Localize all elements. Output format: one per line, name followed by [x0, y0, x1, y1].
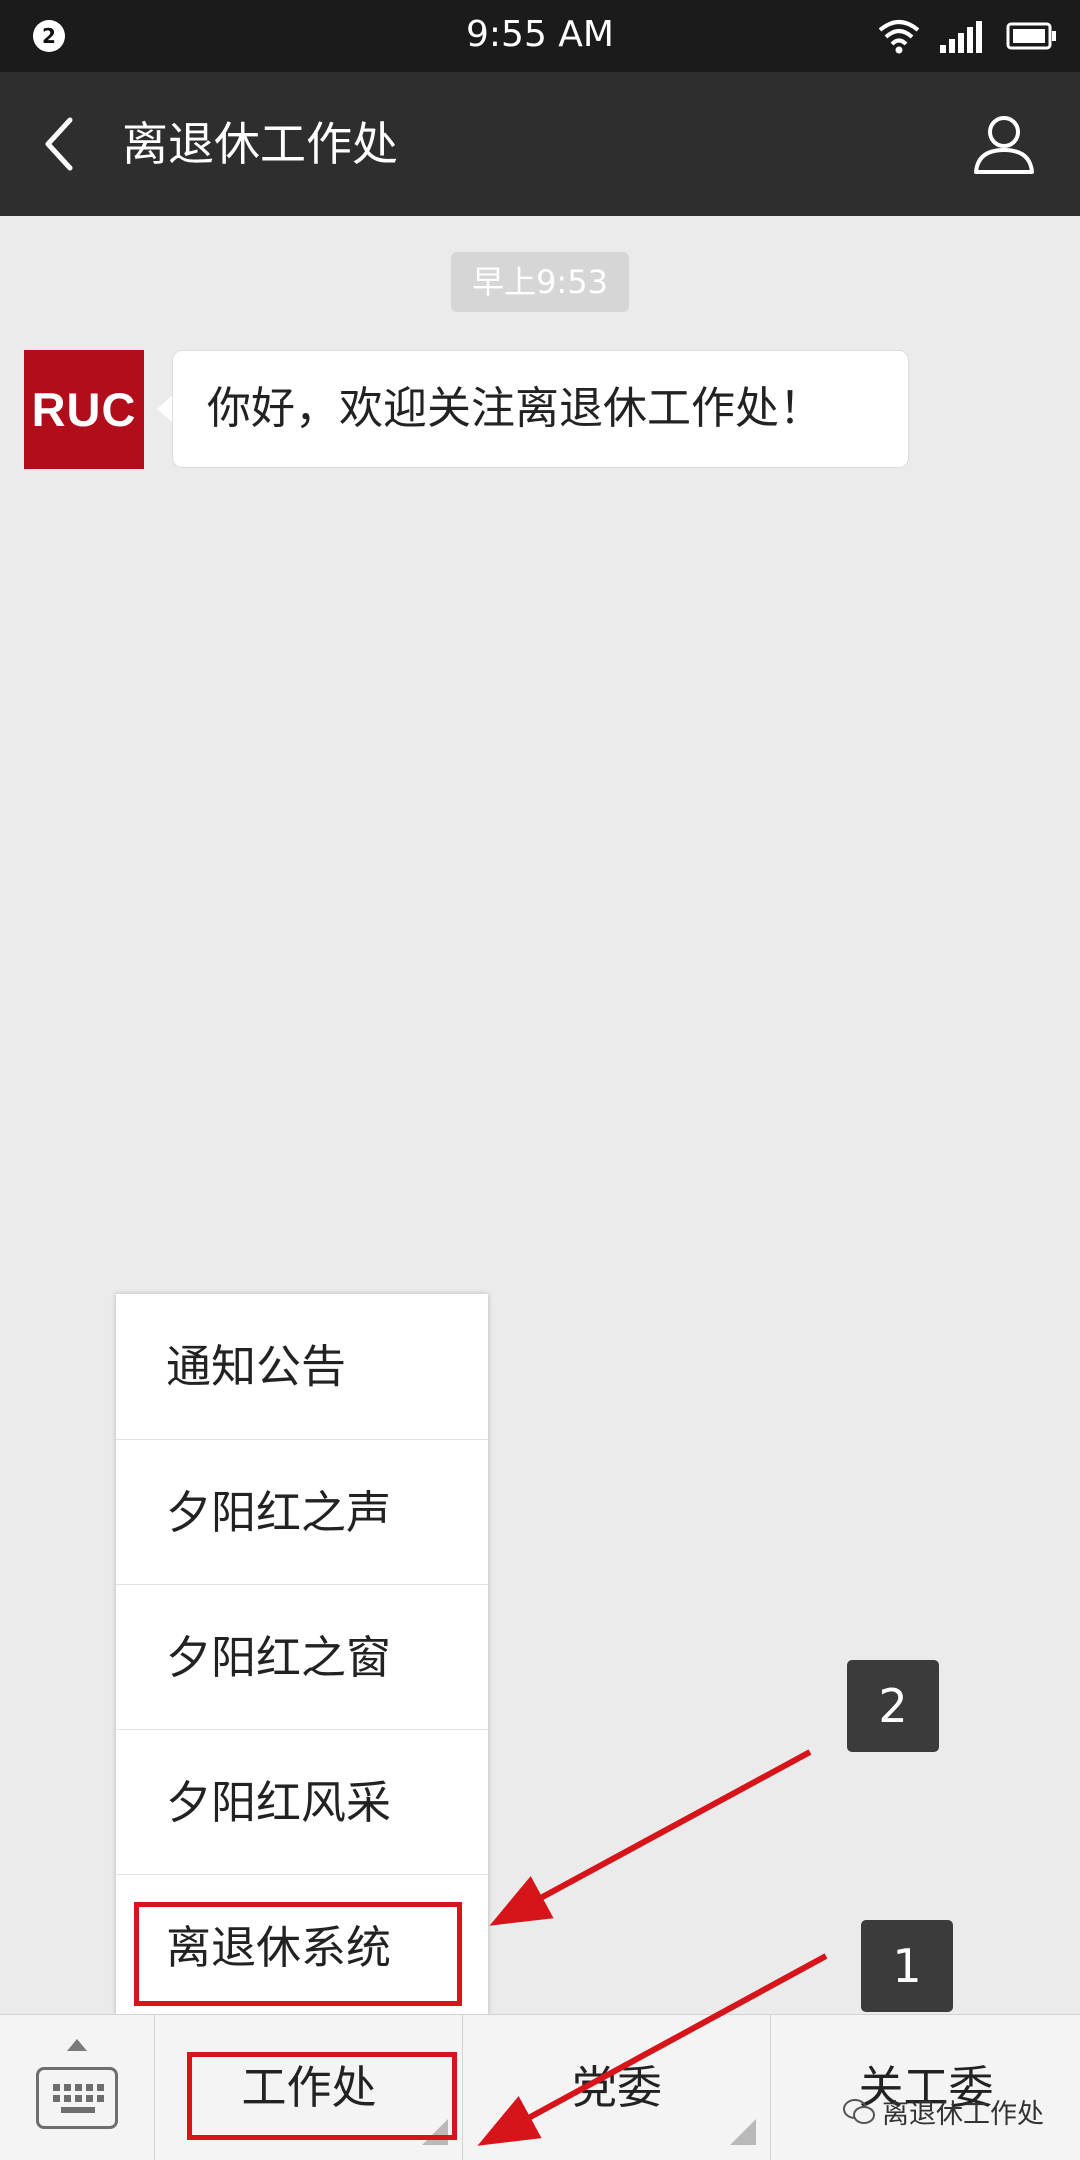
- arrow-to-retirement-system: [489, 1749, 812, 1926]
- annotation-arrows: [477, 1749, 828, 2146]
- arrow-to-work-office-tab: [477, 1953, 828, 2146]
